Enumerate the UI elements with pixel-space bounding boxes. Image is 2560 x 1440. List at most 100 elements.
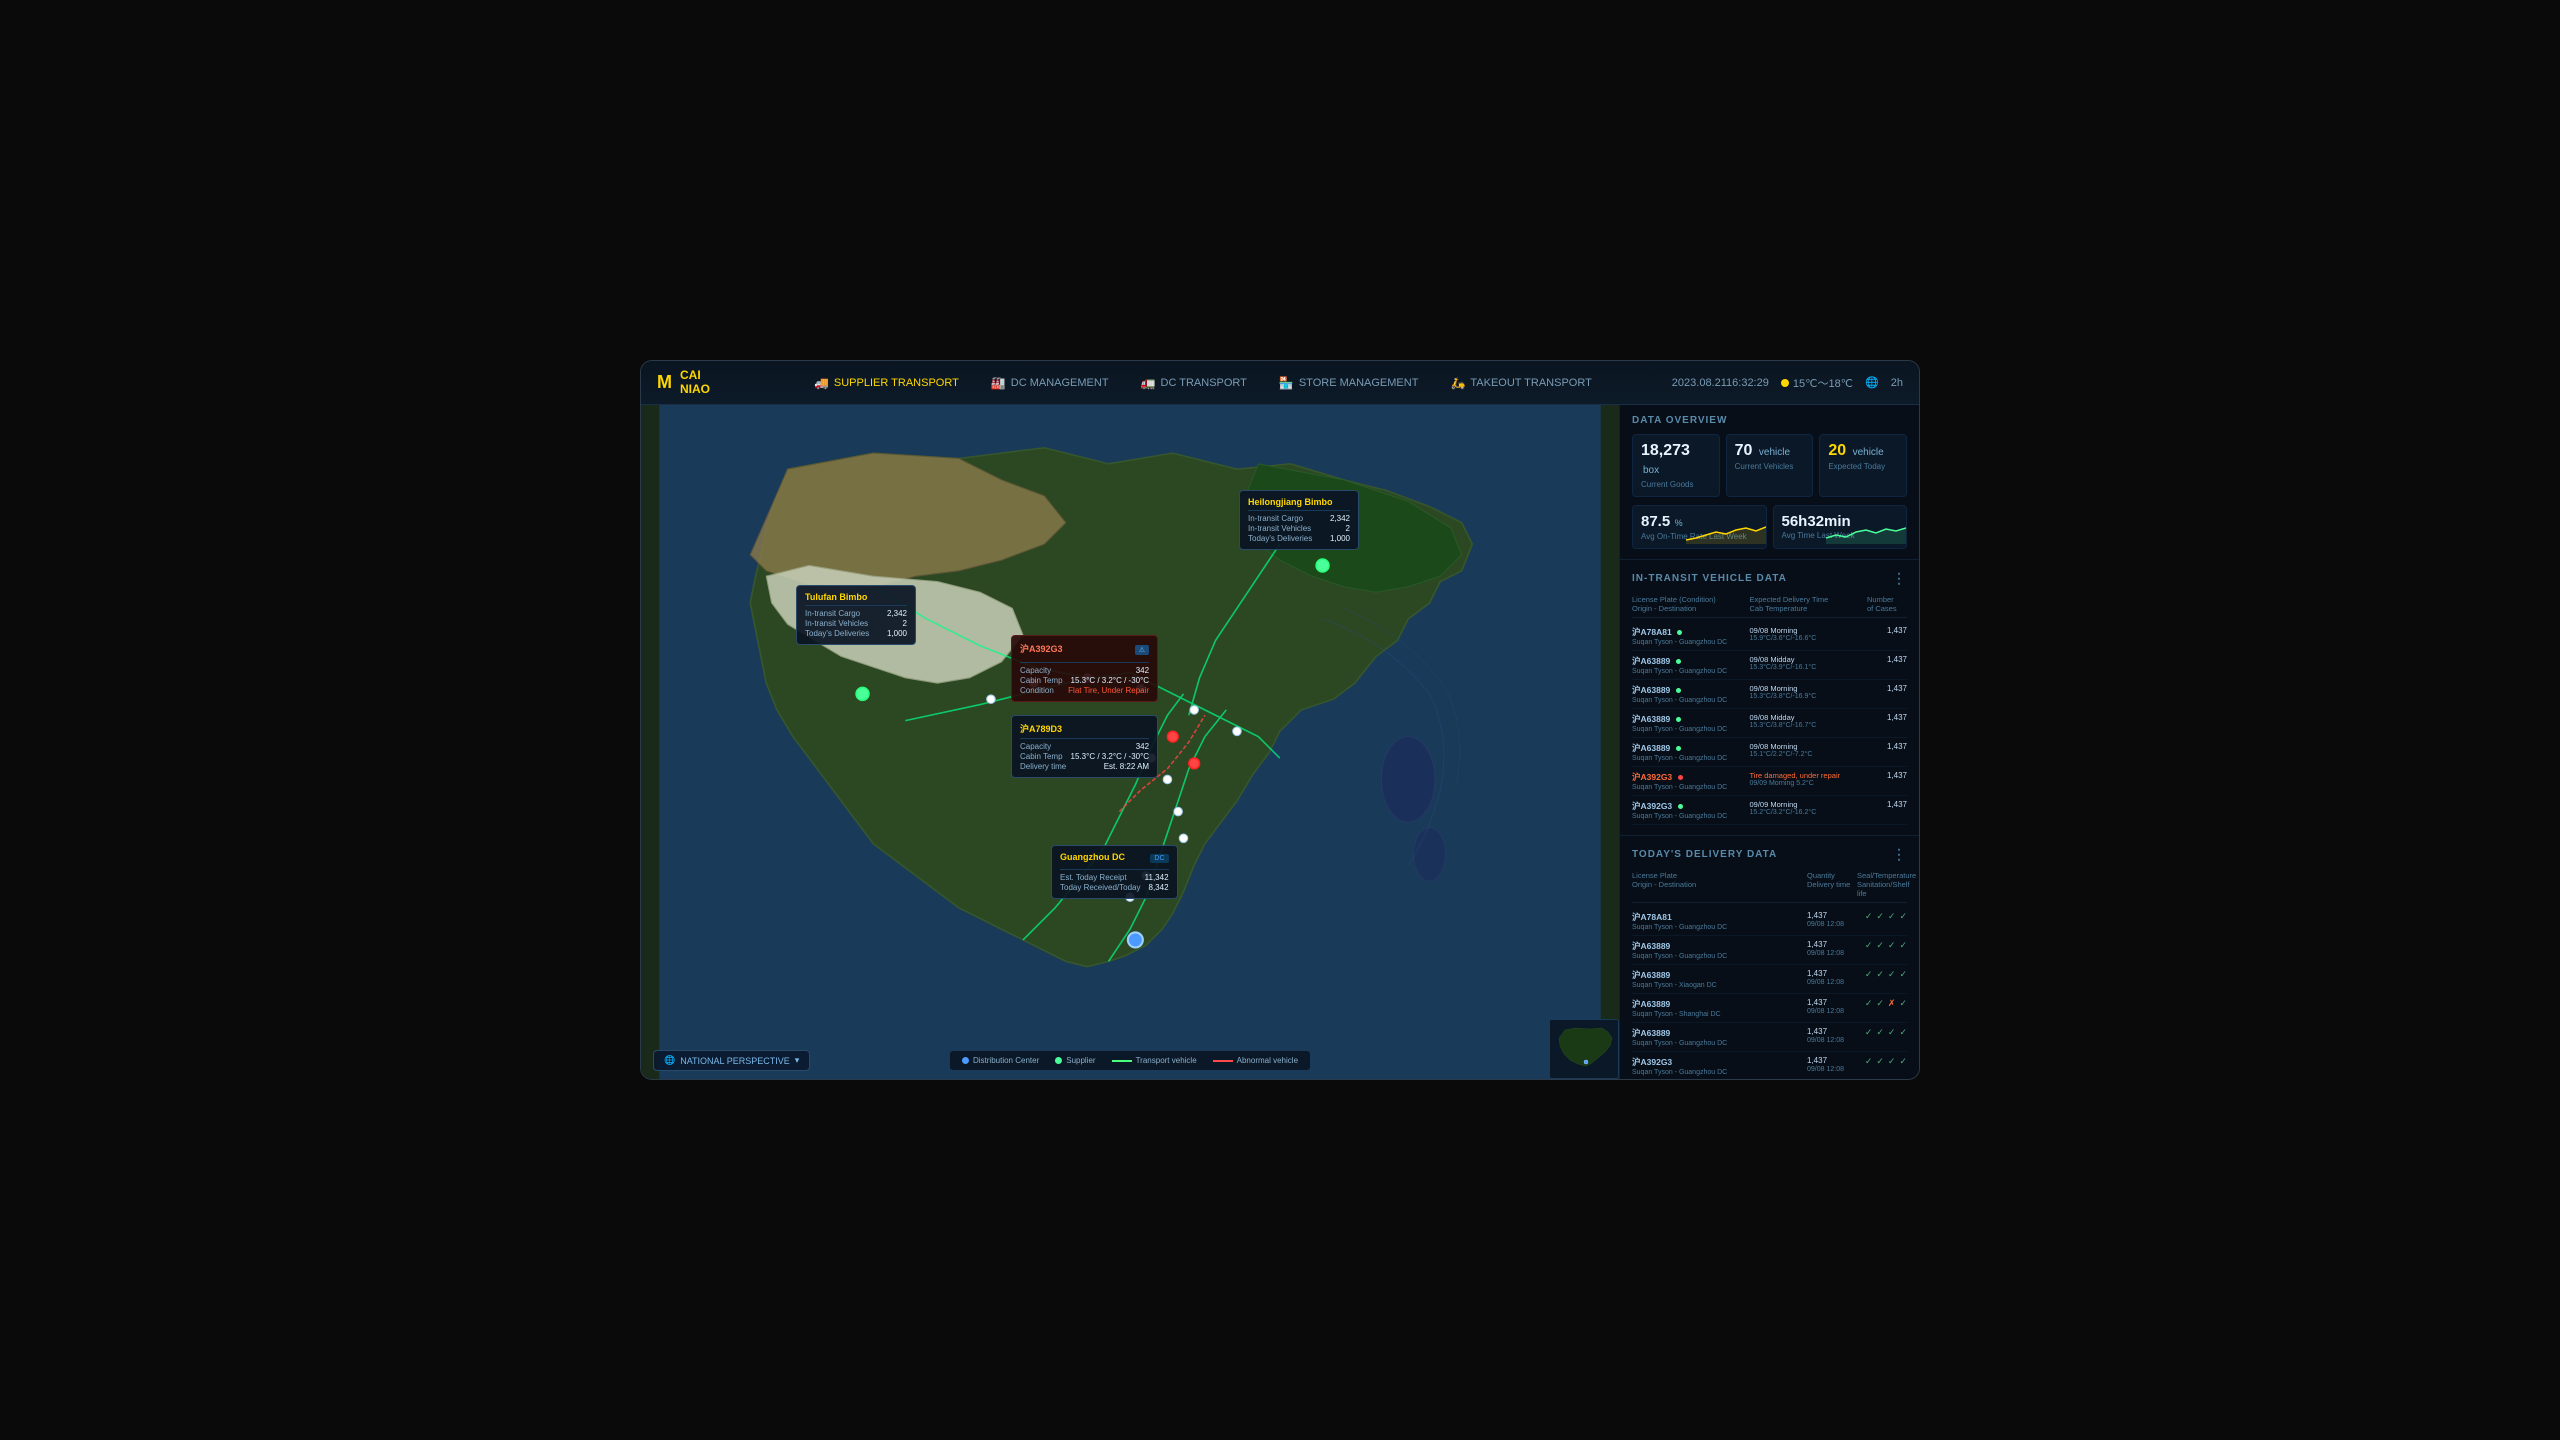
legend-supplier: Supplier bbox=[1055, 1056, 1095, 1065]
status-dot-normal bbox=[1676, 746, 1681, 751]
check-temp: ✓ bbox=[1876, 940, 1884, 951]
check-sanitation: ✗ bbox=[1888, 998, 1896, 1009]
table-row: 沪A63889 Suqan Tyson - Guangzhou DC 09/08… bbox=[1632, 651, 1907, 680]
on-time-chart bbox=[1686, 520, 1766, 544]
in-transit-menu[interactable]: ⋮ bbox=[1892, 570, 1907, 587]
abnormal-line bbox=[1213, 1060, 1233, 1062]
minimap bbox=[1549, 1019, 1619, 1079]
tooltip-heilongjiang: Heilongjiang Bimbo In-transit Cargo 2,34… bbox=[1239, 490, 1359, 550]
transport-line bbox=[1112, 1060, 1132, 1062]
delivery-row: 沪A63889 Suqan Tyson - Guangzhou DC 1,437… bbox=[1632, 936, 1907, 965]
stat-avg-time: 56h32min Avg Time Last Week bbox=[1773, 505, 1908, 549]
avg-time-chart bbox=[1826, 520, 1906, 544]
todays-delivery-title: TODAY'S DELIVERY DATA ⋮ bbox=[1632, 846, 1907, 863]
supplier-dot bbox=[1055, 1057, 1062, 1064]
check-seal: ✓ bbox=[1865, 1056, 1873, 1067]
table-row: 沪A63889 Suqan Tyson - Guangzhou DC 09/08… bbox=[1632, 680, 1907, 709]
main-content: Tulufan Bimbo In-transit Cargo 2,342 In-… bbox=[641, 405, 1919, 1079]
takeout-transport-icon: 🛵 bbox=[1450, 376, 1465, 390]
stat-expected-today: 20 vehicle Expected Today bbox=[1819, 434, 1907, 497]
tab-dc-management[interactable]: 🏭 DC MANAGEMENT bbox=[975, 368, 1125, 398]
todays-delivery-section: TODAY'S DELIVERY DATA ⋮ License PlateOri… bbox=[1620, 836, 1919, 1079]
temp-indicator: 15℃～18℃ bbox=[1781, 375, 1853, 391]
stats-grid: 18,273 box Current Goods 70 vehicle Curr… bbox=[1632, 434, 1907, 497]
stat-current-goods: 18,273 box Current Goods bbox=[1632, 434, 1720, 497]
check-temp: ✓ bbox=[1876, 1027, 1884, 1038]
status-dot-warning bbox=[1678, 775, 1683, 780]
check-seal: ✓ bbox=[1865, 911, 1873, 922]
legend-distribution-center: Distribution Center bbox=[962, 1056, 1039, 1065]
perspective-icon: 🌐 bbox=[664, 1055, 675, 1066]
main-screen: M CAI NIAO 🚚 SUPPLIER TRANSPORT 🏭 DC MAN… bbox=[640, 360, 1920, 1080]
minimap-svg bbox=[1550, 1020, 1619, 1079]
national-perspective-button[interactable]: 🌐 NATIONAL PERSPECTIVE ▾ bbox=[653, 1050, 810, 1071]
header-right: 2023.08.2116:32:29 15℃～18℃ 🌐 2h bbox=[1672, 375, 1903, 391]
in-transit-table-header: License Plate (Condition)Origin - Destin… bbox=[1632, 595, 1907, 618]
status-dot-normal bbox=[1678, 804, 1683, 809]
tooltip-guangzhou-dc: Guangzhou DC DC Est. Today Receipt 11,34… bbox=[1051, 845, 1178, 899]
delivery-row: 沪A63889 Suqan Tyson - Shanghai DC 1,437 … bbox=[1632, 994, 1907, 1023]
supplier-transport-icon: 🚚 bbox=[814, 376, 829, 390]
logo-area: M CAI NIAO bbox=[657, 369, 710, 395]
check-sanitation: ✓ bbox=[1888, 969, 1896, 980]
stats-row2: 87.5 % Avg On-Time Rate Last Week 56h32m… bbox=[1632, 505, 1907, 549]
table-row: 沪A78A81 Suqan Tyson - Guangzhou DC 09/08… bbox=[1632, 622, 1907, 651]
dc-transport-icon: 🚛 bbox=[1141, 376, 1156, 390]
tooltip-a392g3: 沪A392G3 ⚠ Capacity 342 Cabin Temp 15.3°C… bbox=[1011, 635, 1158, 702]
check-sanitation: ✓ bbox=[1888, 911, 1896, 922]
globe-icon: 🌐 bbox=[1865, 376, 1879, 389]
datetime-display: 2023.08.2116:32:29 bbox=[1672, 377, 1769, 389]
delivery-row: 沪A78A81 Suqan Tyson - Guangzhou DC 1,437… bbox=[1632, 907, 1907, 936]
tab-takeout-transport[interactable]: 🛵 TAKEOUT TRANSPORT bbox=[1434, 368, 1607, 398]
legend-transport: Transport vehicle bbox=[1112, 1056, 1197, 1065]
check-seal: ✓ bbox=[1865, 998, 1873, 1009]
check-seal: ✓ bbox=[1865, 969, 1873, 980]
tab-supplier-transport[interactable]: 🚚 SUPPLIER TRANSPORT bbox=[798, 368, 975, 398]
tab-store-management[interactable]: 🏪 STORE MANAGEMENT bbox=[1263, 368, 1435, 398]
check-seal: ✓ bbox=[1865, 940, 1873, 951]
right-panel: DATA OVERVIEW 18,273 box Current Goods 7… bbox=[1619, 405, 1919, 1079]
check-temp: ✓ bbox=[1876, 969, 1884, 980]
temp-dot-icon bbox=[1781, 379, 1789, 387]
check-sanitation: ✓ bbox=[1888, 1027, 1896, 1038]
check-shelf: ✓ bbox=[1899, 969, 1907, 980]
table-row: 沪A63889 Suqan Tyson - Guangzhou DC 09/08… bbox=[1632, 738, 1907, 767]
status-dot-normal bbox=[1676, 717, 1681, 722]
legend-abnormal: Abnormal vehicle bbox=[1213, 1056, 1298, 1065]
table-row: 沪A392G3 Suqan Tyson - Guangzhou DC 09/09… bbox=[1632, 796, 1907, 825]
store-management-icon: 🏪 bbox=[1279, 376, 1294, 390]
check-shelf: ✓ bbox=[1899, 940, 1907, 951]
check-sanitation: ✓ bbox=[1888, 1056, 1896, 1067]
header: M CAI NIAO 🚚 SUPPLIER TRANSPORT 🏭 DC MAN… bbox=[641, 361, 1919, 405]
cainiao-logo: CAI NIAO bbox=[680, 369, 710, 395]
check-temp: ✓ bbox=[1876, 998, 1884, 1009]
table-row: 沪A392G3 Suqan Tyson - Guangzhou DC Tire … bbox=[1632, 767, 1907, 796]
check-temp: ✓ bbox=[1876, 911, 1884, 922]
tooltip-tulufan: Tulufan Bimbo In-transit Cargo 2,342 In-… bbox=[796, 585, 916, 645]
chevron-down-icon: ▾ bbox=[795, 1055, 800, 1066]
delivery-table-header: License PlateOrigin - Destination Quanti… bbox=[1632, 871, 1907, 903]
check-shelf: ✓ bbox=[1899, 1056, 1907, 1067]
table-row: 沪A63889 Suqan Tyson - Guangzhou DC 09/08… bbox=[1632, 709, 1907, 738]
check-sanitation: ✓ bbox=[1888, 940, 1896, 951]
check-temp: ✓ bbox=[1876, 1056, 1884, 1067]
delivery-row: 沪A63889 Suqan Tyson - Xiaogan DC 1,437 0… bbox=[1632, 965, 1907, 994]
map-legend: Distribution Center Supplier Transport v… bbox=[949, 1050, 1311, 1071]
in-transit-section: IN-TRANSIT VEHICLE DATA ⋮ License Plate … bbox=[1620, 560, 1919, 836]
tooltip-a789d3: 沪A789D3 Capacity 342 Cabin Temp 15.3°C /… bbox=[1011, 715, 1158, 778]
map-area[interactable]: Tulufan Bimbo In-transit Cargo 2,342 In-… bbox=[641, 405, 1619, 1079]
delivery-menu[interactable]: ⋮ bbox=[1892, 846, 1907, 863]
stat-on-time-rate: 87.5 % Avg On-Time Rate Last Week bbox=[1632, 505, 1767, 549]
mcdonalds-icon: M bbox=[657, 372, 672, 393]
check-shelf: ✓ bbox=[1899, 998, 1907, 1009]
dc-management-icon: 🏭 bbox=[991, 376, 1006, 390]
stat-current-vehicles: 70 vehicle Current Vehicles bbox=[1726, 434, 1814, 497]
check-shelf: ✓ bbox=[1899, 911, 1907, 922]
delivery-row: 沪A63889 Suqan Tyson - Guangzhou DC 1,437… bbox=[1632, 1023, 1907, 1052]
status-dot-normal bbox=[1677, 630, 1682, 635]
status-dot-normal bbox=[1676, 659, 1681, 664]
check-shelf: ✓ bbox=[1899, 1027, 1907, 1038]
data-overview-section: DATA OVERVIEW 18,273 box Current Goods 7… bbox=[1620, 405, 1919, 560]
data-overview-title: DATA OVERVIEW bbox=[1632, 415, 1907, 426]
tab-dc-transport[interactable]: 🚛 DC TRANSPORT bbox=[1125, 368, 1263, 398]
